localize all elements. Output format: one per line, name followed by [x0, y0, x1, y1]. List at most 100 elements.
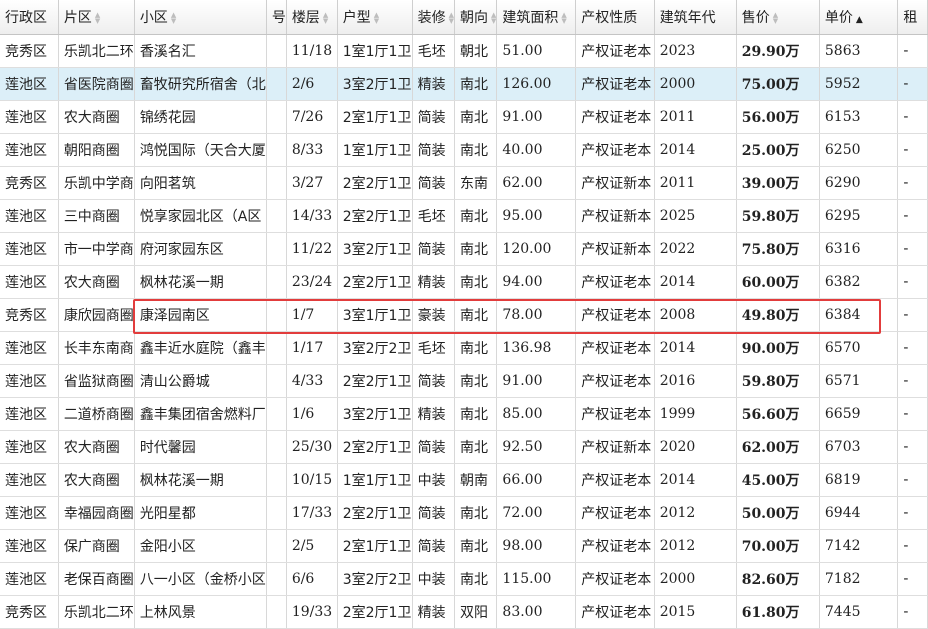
cell-area: 乐凯中学商: [58, 166, 135, 200]
cell-number: [266, 562, 287, 596]
cell-orientation: 南北: [454, 562, 498, 596]
cell-building-area: 40.00: [496, 133, 577, 167]
cell-number: [266, 298, 287, 332]
column-header-building-area[interactable]: 建筑面积 ▲ ▼: [496, 0, 577, 35]
column-header-district[interactable]: 行政区: [0, 0, 59, 35]
cell-rent: -: [897, 331, 928, 365]
cell-building-area: 78.00: [496, 298, 577, 332]
cell-building-area: 62.00: [496, 166, 577, 200]
table-row[interactable]: 莲池区 朝阳商圈 鸿悦国际（天合大厦 8/33 1室1厅1卫 简装 南北 40.00 产权证老本…: [0, 133, 928, 167]
cell-rent: -: [897, 595, 928, 629]
table-row[interactable]: 莲池区 长丰东南商 鑫丰近水庭院（鑫丰 1/17 3室2厅2卫 毛坯 南北 136.98 产权证…: [0, 331, 928, 365]
table-row[interactable]: 竞秀区 乐凯北二环 香溪名汇 11/18 1室1厅1卫 毛坯 朝北 51.00 产权证老本 202…: [0, 34, 928, 68]
sort-ascending-icon[interactable]: ▲: [856, 15, 863, 25]
cell-build-year: 1999: [654, 397, 737, 431]
cell-layout: 3室2厅2卫: [337, 331, 413, 365]
cell-rent: -: [897, 265, 928, 299]
cell-decoration: 简装: [412, 232, 456, 266]
table-row[interactable]: 莲池区 二道桥商圈 鑫丰集团宿舍燃料厂 1/6 3室2厅1卫 精装 南北 85.00 产权证老本…: [0, 397, 928, 431]
column-header-label: 建筑年代: [659, 10, 716, 26]
column-header-area[interactable]: 片区 ▲ ▼: [58, 0, 135, 35]
cell-building-area: 85.00: [496, 397, 577, 431]
cell-floor: 19/33: [286, 595, 338, 629]
table-row[interactable]: 莲池区 农大商圈 锦绣花园 7/26 2室1厅1卫 简装 南北 91.00 产权证老本 2011 5…: [0, 100, 928, 134]
sort-toggle-icon[interactable]: ▲ ▼: [773, 12, 778, 25]
cell-community: 向阳茗筑: [134, 166, 267, 200]
cell-decoration: 简装: [412, 166, 456, 200]
cell-floor: 14/33: [286, 199, 338, 233]
cell-layout: 3室2厅1卫: [337, 232, 413, 266]
table-row[interactable]: 莲池区 三中商圈 悦享家园北区（A区 14/33 2室2厅1卫 毛坯 南北 95.00 产权证新…: [0, 199, 928, 233]
sort-toggle-icon[interactable]: ▲ ▼: [561, 12, 566, 25]
column-header-label: 户型: [342, 10, 371, 26]
cell-layout: 2室2厅1卫: [337, 595, 413, 629]
cell-community: 悦享家园北区（A区: [134, 199, 267, 233]
cell-build-year: 2000: [654, 562, 737, 596]
cell-area: 农大商圈: [58, 463, 135, 497]
table-row[interactable]: 莲池区 老保百商圈 八一小区（金桥小区 6/6 3室2厅2卫 中装 南北 115.00 产权证老…: [0, 562, 928, 596]
cell-number: [266, 496, 287, 530]
cell-unit-price: 6819: [819, 463, 899, 497]
table-row[interactable]: 莲池区 农大商圈 时代馨园 25/30 2室2厅1卫 简装 南北 92.50 产权证新本 2020…: [0, 430, 928, 464]
column-header-decoration[interactable]: 装修 ▲ ▼: [412, 0, 456, 35]
table-row[interactable]: 莲池区 省监狱商圈 清山公爵城 4/33 2室2厅1卫 简装 南北 91.00 产权证老本 201…: [0, 364, 928, 398]
table-row[interactable]: 莲池区 幸福园商圈 光阳星都 17/33 2室2厅1卫 简装 南北 72.00 产权证老本 201…: [0, 496, 928, 530]
table-row[interactable]: 竞秀区 乐凯中学商 向阳茗筑 3/27 2室2厅1卫 简装 东南 62.00 产权证新本 2011…: [0, 166, 928, 200]
cell-floor: 2/6: [286, 67, 338, 101]
cell-community: 香溪名汇: [134, 34, 267, 68]
cell-district: 竞秀区: [0, 595, 59, 629]
cell-unit-price: 6384: [819, 298, 899, 332]
cell-unit-price: 6571: [819, 364, 899, 398]
cell-orientation: 南北: [454, 133, 498, 167]
cell-build-year: 2011: [654, 100, 737, 134]
cell-area: 省监狱商圈: [58, 364, 135, 398]
column-header-price[interactable]: 售价 ▲ ▼: [736, 0, 820, 35]
table-row[interactable]: 莲池区 省医院商圈 畜牧研究所宿舍（北 2/6 3室2厅1卫 精装 南北 126.00 产权证老…: [0, 67, 928, 101]
sort-toggle-icon[interactable]: ▲ ▼: [491, 12, 496, 25]
column-header-number[interactable]: 号: [266, 0, 287, 35]
cell-unit-price: 6382: [819, 265, 899, 299]
table-row[interactable]: 竞秀区 康欣园商圈 康泽园南区 1/7 3室1厅1卫 豪装 南北 78.00 产权证老本 2008…: [0, 298, 928, 332]
table-row[interactable]: 莲池区 农大商圈 枫林花溪一期 10/15 1室1厅1卫 中装 朝南 66.00 产权证老本 20…: [0, 463, 928, 497]
cell-rent: -: [897, 298, 928, 332]
sort-toggle-icon[interactable]: ▲ ▼: [171, 12, 176, 25]
cell-area: 朝阳商圈: [58, 133, 135, 167]
sort-toggle-icon[interactable]: ▲ ▼: [374, 12, 379, 25]
cell-area: 农大商圈: [58, 430, 135, 464]
cell-property-type: 产权证新本: [575, 166, 655, 200]
cell-community: 畜牧研究所宿舍（北: [134, 67, 267, 101]
cell-layout: 1室1厅1卫: [337, 133, 413, 167]
sort-toggle-icon[interactable]: ▲ ▼: [323, 12, 328, 25]
column-header-build-year[interactable]: 建筑年代: [654, 0, 737, 35]
cell-district: 莲池区: [0, 529, 59, 563]
table-row[interactable]: 莲池区 保广商圈 金阳小区 2/5 2室1厅1卫 简装 南北 98.00 产权证老本 2012 70…: [0, 529, 928, 563]
cell-area: 农大商圈: [58, 100, 135, 134]
column-header-community[interactable]: 小区 ▲ ▼: [134, 0, 267, 35]
cell-area: 省医院商圈: [58, 67, 135, 101]
column-header-layout[interactable]: 户型 ▲ ▼: [337, 0, 413, 35]
cell-orientation: 南北: [454, 496, 498, 530]
cell-price: 50.00万: [736, 496, 820, 530]
cell-floor: 1/7: [286, 298, 338, 332]
sort-toggle-icon[interactable]: ▲ ▼: [449, 12, 454, 25]
column-header-floor[interactable]: 楼层 ▲ ▼: [286, 0, 338, 35]
cell-decoration: 简装: [412, 529, 456, 563]
column-header-unit-price[interactable]: 单价 ▲: [819, 0, 899, 35]
cell-community: 上林风景: [134, 595, 267, 629]
column-header-label: 片区: [63, 10, 92, 26]
sort-toggle-icon[interactable]: ▲ ▼: [95, 12, 100, 25]
cell-number: [266, 199, 287, 233]
table-row[interactable]: 竞秀区 乐凯北二环 上林风景 19/33 2室2厅1卫 精装 双阳 83.00 产权证老本 201…: [0, 595, 928, 629]
column-header-orientation[interactable]: 朝向 ▲ ▼: [454, 0, 498, 35]
column-header-property-type[interactable]: 产权性质: [575, 0, 655, 35]
table-row[interactable]: 莲池区 农大商圈 枫林花溪一期 23/24 2室2厅1卫 精装 南北 94.00 产权证老本 20…: [0, 265, 928, 299]
cell-unit-price: 6290: [819, 166, 899, 200]
cell-layout: 2室2厅1卫: [337, 364, 413, 398]
column-header-rent[interactable]: 租: [897, 0, 928, 35]
column-header-label: 装修: [417, 10, 446, 26]
cell-price: 75.80万: [736, 232, 820, 266]
column-header-label: 建筑面积: [502, 10, 559, 26]
table-row[interactable]: 莲池区 市一中学商 府河家园东区 11/22 3室2厅1卫 简装 南北 120.00 产权证新本…: [0, 232, 928, 266]
cell-property-type: 产权证老本: [575, 562, 655, 596]
cell-unit-price: 5952: [819, 67, 899, 101]
